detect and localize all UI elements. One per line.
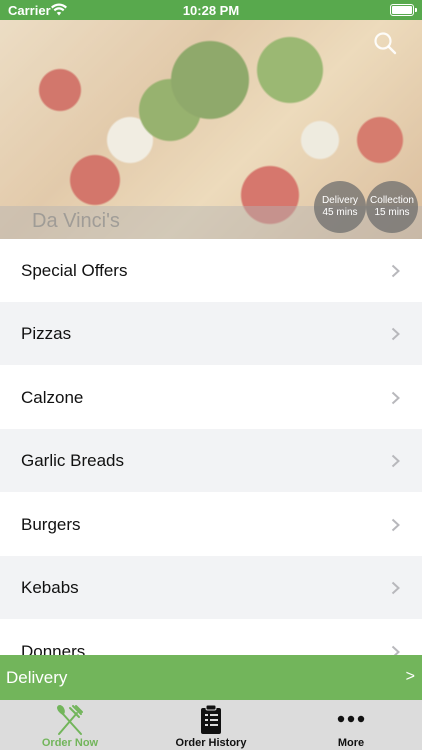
order-type-label: Delivery	[6, 668, 68, 687]
chevron-right-icon	[391, 645, 400, 655]
category-row-special-offers[interactable]: Special Offers	[0, 239, 422, 302]
category-row-pizzas[interactable]: Pizzas	[0, 302, 422, 365]
chevron-right-icon	[391, 581, 400, 595]
clock: 10:28 PM	[182, 3, 240, 18]
collection-time-badge: Collection 15 mins	[366, 181, 418, 233]
category-label: Donners	[21, 642, 86, 655]
battery-icon	[390, 4, 417, 16]
category-row-calzone[interactable]: Calzone	[0, 366, 422, 429]
tab-more[interactable]: More	[281, 700, 421, 750]
tab-label: Order History	[175, 737, 247, 749]
tab-bar: Order Now Order History More	[0, 700, 422, 750]
category-row-garlic-breads[interactable]: Garlic Breads	[0, 429, 422, 492]
tab-order-history[interactable]: Order History	[141, 700, 281, 750]
order-type-arrow: >	[405, 668, 415, 685]
chevron-right-icon	[391, 327, 400, 341]
category-row-burgers[interactable]: Burgers	[0, 493, 422, 556]
delivery-time-badge: Delivery 45 mins	[314, 181, 366, 233]
category-label: Special Offers	[21, 261, 128, 280]
more-dots-icon	[337, 715, 365, 723]
restaurant-hero: Da Vinci's Delivery 45 mins Collection 1…	[0, 20, 422, 239]
tab-label: More	[337, 737, 365, 749]
chevron-right-icon	[391, 454, 400, 468]
chevron-right-icon	[391, 391, 400, 405]
collection-badge-title: Collection	[370, 195, 414, 206]
chevron-right-icon	[391, 518, 400, 532]
restaurant-name: Da Vinci's	[32, 210, 120, 232]
fork-knife-icon	[57, 704, 83, 735]
status-bar: Carrier 10:28 PM	[0, 0, 422, 20]
tab-order-now[interactable]: Order Now	[0, 700, 140, 750]
receipt-icon	[201, 704, 221, 734]
category-label: Calzone	[21, 388, 84, 407]
search-icon[interactable]	[372, 30, 398, 56]
delivery-badge-time: 45 mins	[322, 207, 358, 218]
order-type-bar[interactable]: Delivery >	[0, 655, 422, 700]
category-row-kebabs[interactable]: Kebabs	[0, 556, 422, 619]
tab-label: Order Now	[41, 737, 99, 749]
category-label: Pizzas	[21, 324, 72, 343]
category-list: Special Offers Pizzas Calzone Garlic Bre…	[0, 239, 422, 655]
delivery-badge-title: Delivery	[321, 195, 359, 206]
collection-badge-time: 15 mins	[374, 207, 410, 218]
category-label: Kebabs	[21, 578, 79, 597]
category-row-donners[interactable]: Donners	[0, 620, 422, 655]
category-label: Garlic Breads	[21, 451, 124, 470]
category-label: Burgers	[21, 515, 81, 534]
chevron-right-icon	[391, 264, 400, 278]
